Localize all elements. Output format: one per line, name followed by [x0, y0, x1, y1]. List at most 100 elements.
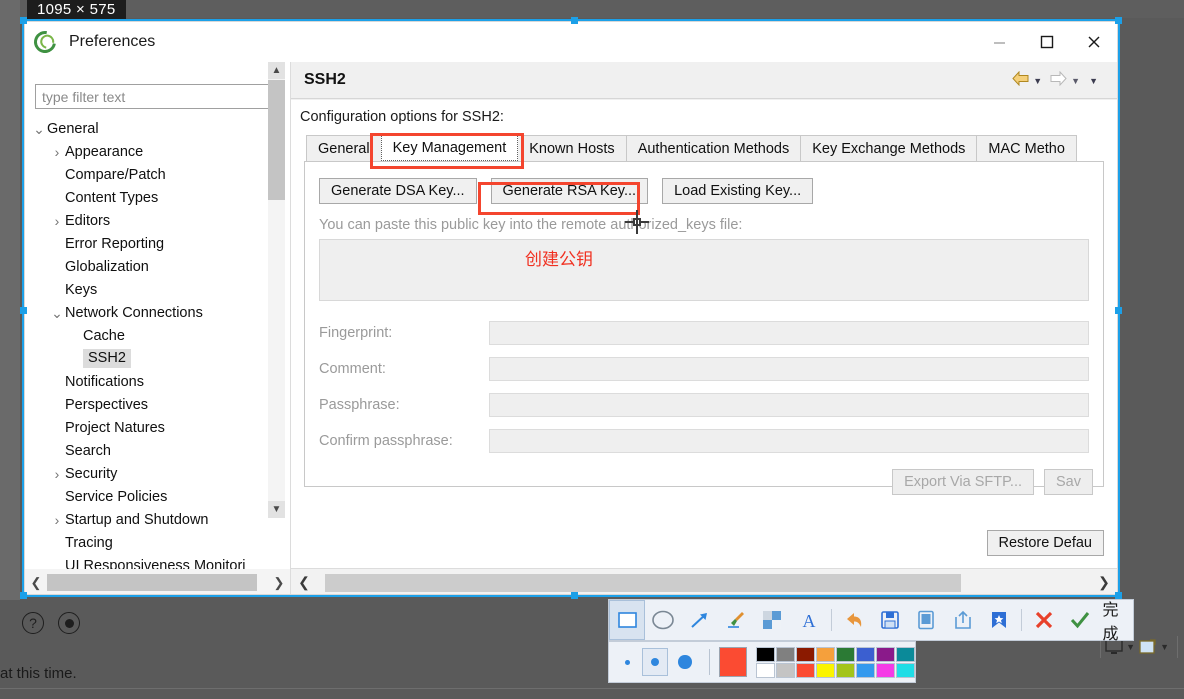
record-icon[interactable]	[58, 612, 80, 634]
page-menu-caret-icon[interactable]: ▼	[1089, 76, 1098, 86]
brush-size-large[interactable]	[678, 655, 692, 669]
tree-item-cache[interactable]: Cache	[25, 324, 290, 347]
content-hscroll-track[interactable]	[317, 573, 1091, 592]
tree-item-editors[interactable]: › Editors	[25, 209, 290, 232]
export-via-sftp-button[interactable]: Export Via SFTP...	[892, 469, 1034, 495]
preferences-tree[interactable]: ⌄ General › Appearance Compare/Patch Content …	[25, 117, 290, 574]
arrow-tool[interactable]	[682, 600, 718, 640]
generate-rsa-key-button[interactable]: Generate RSA Key...	[490, 178, 649, 204]
brush-tool[interactable]	[718, 600, 754, 640]
mosaic-tool[interactable]	[754, 600, 790, 640]
scroll-up-icon[interactable]: ▲	[268, 62, 285, 79]
color-swatch[interactable]	[876, 646, 896, 662]
tray-note[interactable]: ▼	[1139, 639, 1169, 655]
tree-item-error-reporting[interactable]: Error Reporting	[25, 232, 290, 255]
tray-note-caret-icon[interactable]: ▼	[1160, 642, 1169, 652]
tab-mac-metho[interactable]: MAC Metho	[976, 135, 1077, 161]
color-swatch[interactable]	[856, 662, 876, 678]
hscroll-track[interactable]	[47, 574, 268, 591]
fingerprint-input[interactable]	[489, 321, 1089, 345]
public-key-textarea[interactable]: 创建公钥	[319, 239, 1089, 301]
rectangle-tool[interactable]	[609, 600, 646, 640]
color-swatch[interactable]	[756, 646, 776, 662]
back-dropdown-caret-icon[interactable]: ▼	[1033, 76, 1042, 86]
tab-authentication-methods[interactable]: Authentication Methods	[625, 135, 802, 161]
tree-item-appearance[interactable]: › Appearance	[25, 140, 290, 163]
content-hscroll-left-arrow-icon[interactable]: ❮	[291, 574, 317, 591]
tree-horizontal-scrollbar[interactable]: ❮ ❯	[25, 569, 290, 594]
tree-scroll-thumb[interactable]	[268, 80, 285, 200]
tree-item-notifications[interactable]: Notifications	[25, 370, 290, 393]
restore-defaults-button[interactable]: Restore Defau	[986, 530, 1104, 556]
ellipse-tool[interactable]	[645, 600, 681, 640]
tree-item-service-policies[interactable]: Service Policies	[25, 485, 290, 508]
tree-item-security[interactable]: › Security	[25, 462, 290, 485]
done-button-label[interactable]: 完成	[1102, 596, 1133, 644]
help-icon[interactable]: ?	[22, 612, 44, 634]
save-tool[interactable]	[872, 600, 908, 640]
filter-input[interactable]: type filter text	[35, 84, 280, 109]
tree-vertical-scrollbar[interactable]: ▲ ▼	[268, 62, 285, 518]
color-swatch[interactable]	[896, 646, 916, 662]
tree-item-general[interactable]: ⌄ General	[25, 117, 290, 140]
chevron-right-icon[interactable]: ›	[49, 144, 65, 160]
color-swatch[interactable]	[776, 646, 796, 662]
forward-arrow-icon[interactable]	[1050, 70, 1067, 91]
tree-item-keys[interactable]: Keys	[25, 278, 290, 301]
back-arrow-icon[interactable]	[1012, 70, 1029, 91]
undo-tool[interactable]	[836, 600, 872, 640]
tree-item-ssh2[interactable]: SSH2	[25, 347, 290, 370]
color-swatch[interactable]	[796, 646, 816, 662]
chevron-right-icon[interactable]: ›	[49, 466, 65, 482]
generate-dsa-key-button[interactable]: Generate DSA Key...	[319, 178, 477, 204]
pin-tool[interactable]	[981, 600, 1017, 640]
confirm-passphrase-input[interactable]	[489, 429, 1089, 453]
content-hscroll-right-arrow-icon[interactable]: ❯	[1091, 574, 1117, 591]
hscroll-thumb[interactable]	[47, 574, 257, 591]
annotation-toolbar[interactable]: A 完成	[608, 596, 1134, 644]
color-swatch[interactable]	[856, 646, 876, 662]
tab-bar[interactable]: General Key Management Known Hosts Authenti…	[306, 134, 1117, 161]
tree-item-network-connections[interactable]: ⌄ Network Connections	[25, 301, 290, 324]
cancel-tool[interactable]	[1026, 600, 1062, 640]
hscroll-left-arrow-icon[interactable]: ❮	[25, 575, 47, 591]
tree-item-content-types[interactable]: Content Types	[25, 186, 290, 209]
tree-item-search[interactable]: Search	[25, 439, 290, 462]
share-tool[interactable]	[944, 600, 980, 640]
chevron-right-icon[interactable]: ›	[49, 512, 65, 528]
content-hscroll-thumb[interactable]	[325, 573, 961, 592]
tab-general[interactable]: General	[306, 135, 382, 161]
tree-item-globalization[interactable]: Globalization	[25, 255, 290, 278]
color-swatch[interactable]	[816, 646, 836, 662]
forward-dropdown-caret-icon[interactable]: ▼	[1071, 76, 1080, 86]
tree-item-project-natures[interactable]: Project Natures	[25, 416, 290, 439]
save-key-button[interactable]: Sav	[1044, 469, 1093, 495]
copy-tool[interactable]	[908, 600, 944, 640]
color-swatch[interactable]	[816, 662, 836, 678]
brush-size-small[interactable]	[625, 659, 630, 665]
text-tool[interactable]: A	[790, 600, 826, 640]
minimize-button[interactable]	[976, 22, 1023, 62]
load-existing-key-button[interactable]: Load Existing Key...	[662, 178, 814, 204]
tab-key-management[interactable]: Key Management	[380, 134, 519, 161]
color-swatch[interactable]	[836, 646, 856, 662]
content-horizontal-scrollbar[interactable]: ❮ ❯	[291, 568, 1117, 594]
color-swatch[interactable]	[836, 662, 856, 678]
current-color-swatch[interactable]	[718, 647, 748, 677]
color-swatch[interactable]	[896, 662, 916, 678]
tab-key-exchange-methods[interactable]: Key Exchange Methods	[800, 135, 978, 161]
tab-known-hosts[interactable]: Known Hosts	[517, 135, 627, 161]
scroll-down-icon[interactable]: ▼	[268, 501, 285, 518]
color-swatch[interactable]	[796, 662, 816, 678]
annotation-palette[interactable]	[608, 641, 916, 683]
confirm-tool[interactable]	[1062, 600, 1098, 640]
passphrase-input[interactable]	[489, 393, 1089, 417]
tree-item-startup-and-shutdown[interactable]: › Startup and Shutdown	[25, 508, 290, 531]
color-swatch[interactable]	[776, 662, 796, 678]
chevron-right-icon[interactable]: ›	[49, 213, 65, 229]
tree-item-perspectives[interactable]: Perspectives	[25, 393, 290, 416]
key-action-buttons[interactable]: Generate DSA Key... Generate RSA Key... Lo…	[319, 178, 1089, 204]
close-button[interactable]	[1070, 22, 1117, 62]
maximize-button[interactable]	[1023, 22, 1070, 62]
color-swatch[interactable]	[876, 662, 896, 678]
